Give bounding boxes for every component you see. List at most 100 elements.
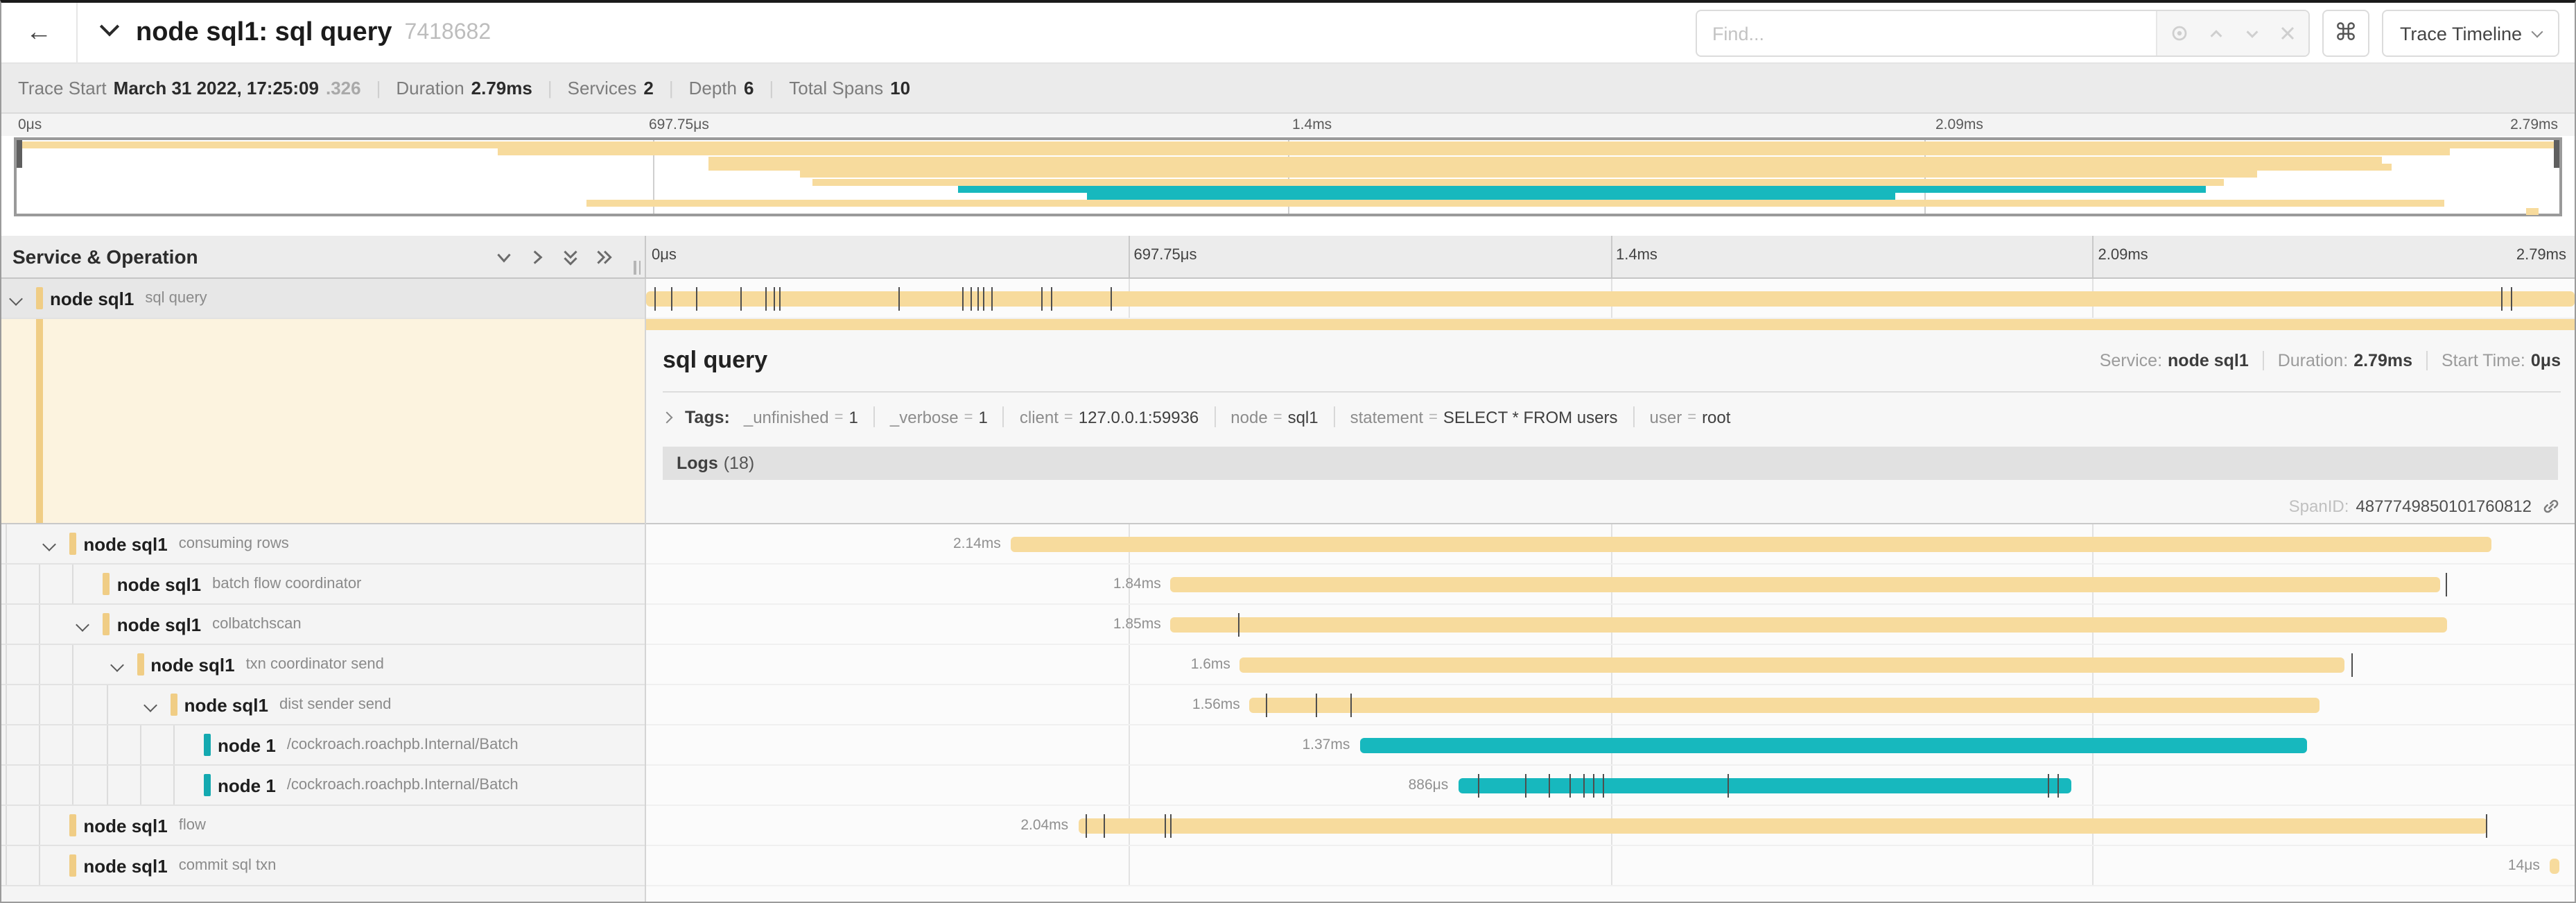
- span-bar-row[interactable]: 1.56ms: [646, 685, 2575, 725]
- chevron-down-icon[interactable]: [143, 698, 157, 712]
- chevron-down-icon[interactable]: [42, 538, 56, 551]
- log-marker-tick[interactable]: [2501, 287, 2503, 311]
- divider: |: [769, 78, 774, 98]
- span-bar[interactable]: [1078, 818, 2488, 834]
- tree-row[interactable]: node sql1batch flow coordinator: [1, 565, 645, 605]
- span-bar-row[interactable]: 14μs: [646, 846, 2575, 886]
- span-bar-row[interactable]: 1.6ms: [646, 645, 2575, 685]
- tree-row[interactable]: node sql1colbatchscan: [1, 605, 645, 645]
- collapse-one-icon[interactable]: [494, 246, 514, 267]
- timeline-minimap[interactable]: [14, 137, 2562, 216]
- log-marker-tick[interactable]: [1171, 814, 1172, 838]
- log-marker-tick[interactable]: [779, 287, 781, 311]
- span-bar[interactable]: [646, 291, 2575, 307]
- log-marker-tick[interactable]: [774, 287, 775, 311]
- log-marker-tick[interactable]: [978, 287, 980, 311]
- span-bar-row[interactable]: 1.37ms: [646, 725, 2575, 766]
- log-marker-tick[interactable]: [984, 287, 985, 311]
- indent-guideline: [6, 766, 7, 805]
- tree-row[interactable]: node sql1commit sql txn: [1, 846, 645, 886]
- log-marker-tick[interactable]: [2446, 573, 2447, 596]
- column-resize-handle[interactable]: [634, 261, 641, 275]
- span-bar[interactable]: [1171, 617, 2448, 633]
- log-marker-tick[interactable]: [1593, 774, 1594, 798]
- span-bar[interactable]: [1171, 577, 2440, 592]
- clear-icon[interactable]: [2279, 25, 2296, 42]
- log-marker-tick[interactable]: [970, 287, 971, 311]
- link-icon[interactable]: [2541, 497, 2561, 516]
- log-marker-tick[interactable]: [962, 287, 964, 311]
- log-marker-tick[interactable]: [1265, 694, 1267, 717]
- span-bar-row[interactable]: [646, 279, 2575, 319]
- span-bar[interactable]: [1359, 738, 2306, 753]
- log-marker-tick[interactable]: [1103, 814, 1104, 838]
- back-button[interactable]: ←: [1, 2, 78, 63]
- log-marker-tick[interactable]: [991, 287, 993, 311]
- view-options-button[interactable]: Trace Timeline: [2382, 10, 2559, 57]
- minimap-right-scrubber[interactable]: [2554, 140, 2559, 168]
- log-marker-tick[interactable]: [696, 287, 697, 311]
- logs-row[interactable]: Logs (18): [663, 447, 2558, 480]
- log-marker-tick[interactable]: [1041, 287, 1043, 311]
- tags-row[interactable]: Tags: _unfinished=1_verbose=1client=127.…: [646, 393, 2575, 441]
- tree-row[interactable]: node sql1consuming rows: [1, 524, 645, 565]
- log-marker-tick[interactable]: [898, 287, 900, 311]
- tree-row[interactable]: node 1/cockroach.roachpb.Internal/Batch: [1, 725, 645, 766]
- keyboard-shortcuts-button[interactable]: ⌘: [2322, 10, 2369, 57]
- log-marker-tick[interactable]: [2511, 287, 2512, 311]
- log-marker-tick[interactable]: [671, 287, 672, 311]
- span-bar[interactable]: [1240, 657, 2345, 673]
- minimap-left-scrubber[interactable]: [17, 140, 22, 168]
- log-marker-tick[interactable]: [765, 287, 767, 311]
- operation-name: consuming rows: [179, 535, 289, 552]
- chevron-down-icon[interactable]: [76, 618, 90, 632]
- tree-row[interactable]: node 1/cockroach.roachpb.Internal/Batch: [1, 766, 645, 806]
- operation-name: /cockroach.roachpb.Internal/Batch: [287, 777, 519, 793]
- log-marker-tick[interactable]: [2057, 774, 2059, 798]
- log-marker-tick[interactable]: [1477, 774, 1479, 798]
- chevron-down-icon[interactable]: [2243, 24, 2261, 42]
- collapse-all-icon[interactable]: [560, 246, 581, 267]
- log-marker-tick[interactable]: [1315, 694, 1316, 717]
- tree-row[interactable]: node sql1dist sender send: [1, 685, 645, 725]
- chevron-down-icon[interactable]: [110, 658, 123, 672]
- chevron-down-icon[interactable]: [100, 16, 119, 35]
- log-marker-tick[interactable]: [740, 287, 742, 311]
- span-bar-row[interactable]: 1.85ms: [646, 605, 2575, 645]
- log-marker-tick[interactable]: [1526, 774, 1527, 798]
- expand-one-icon[interactable]: [527, 246, 548, 267]
- log-marker-tick[interactable]: [2048, 774, 2050, 798]
- span-bar-row[interactable]: 2.04ms: [646, 806, 2575, 846]
- tree-row[interactable]: node sql1flow: [1, 806, 645, 846]
- locate-icon[interactable]: [2170, 24, 2189, 43]
- log-marker-tick[interactable]: [1570, 774, 1572, 798]
- log-marker-tick[interactable]: [2351, 653, 2352, 677]
- log-marker-tick[interactable]: [2486, 814, 2487, 838]
- span-bar[interactable]: [1250, 698, 2320, 713]
- ruler-tick-label: 2.09ms: [1935, 117, 1983, 133]
- log-marker-tick[interactable]: [1111, 287, 1112, 311]
- log-marker-tick[interactable]: [1086, 814, 1087, 838]
- log-marker-tick[interactable]: [654, 287, 655, 311]
- log-marker-tick[interactable]: [1603, 774, 1604, 798]
- log-marker-tick[interactable]: [1728, 774, 1730, 798]
- log-marker-tick[interactable]: [1350, 694, 1351, 717]
- expand-all-icon[interactable]: [593, 246, 614, 267]
- span-bar-row[interactable]: 2.14ms: [646, 524, 2575, 565]
- find-input[interactable]: [1697, 11, 2156, 55]
- log-marker-tick[interactable]: [1238, 613, 1239, 637]
- chevron-up-icon[interactable]: [2207, 24, 2225, 42]
- tree-row[interactable]: node sql1sql query: [1, 279, 645, 319]
- span-bar-row[interactable]: 886μs: [646, 766, 2575, 806]
- chevron-down-icon[interactable]: [9, 292, 23, 306]
- log-marker-tick[interactable]: [1165, 814, 1166, 838]
- span-bar[interactable]: [2550, 859, 2559, 874]
- log-marker-tick[interactable]: [1051, 287, 1052, 311]
- divider: [1334, 406, 1335, 427]
- log-marker-tick[interactable]: [1583, 774, 1585, 798]
- span-bar-row[interactable]: 1.84ms: [646, 565, 2575, 605]
- log-marker-tick[interactable]: [1549, 774, 1550, 798]
- span-bar[interactable]: [1011, 537, 2492, 552]
- tree-row[interactable]: node sql1txn coordinator send: [1, 645, 645, 685]
- detail-span-bar[interactable]: [646, 319, 2575, 330]
